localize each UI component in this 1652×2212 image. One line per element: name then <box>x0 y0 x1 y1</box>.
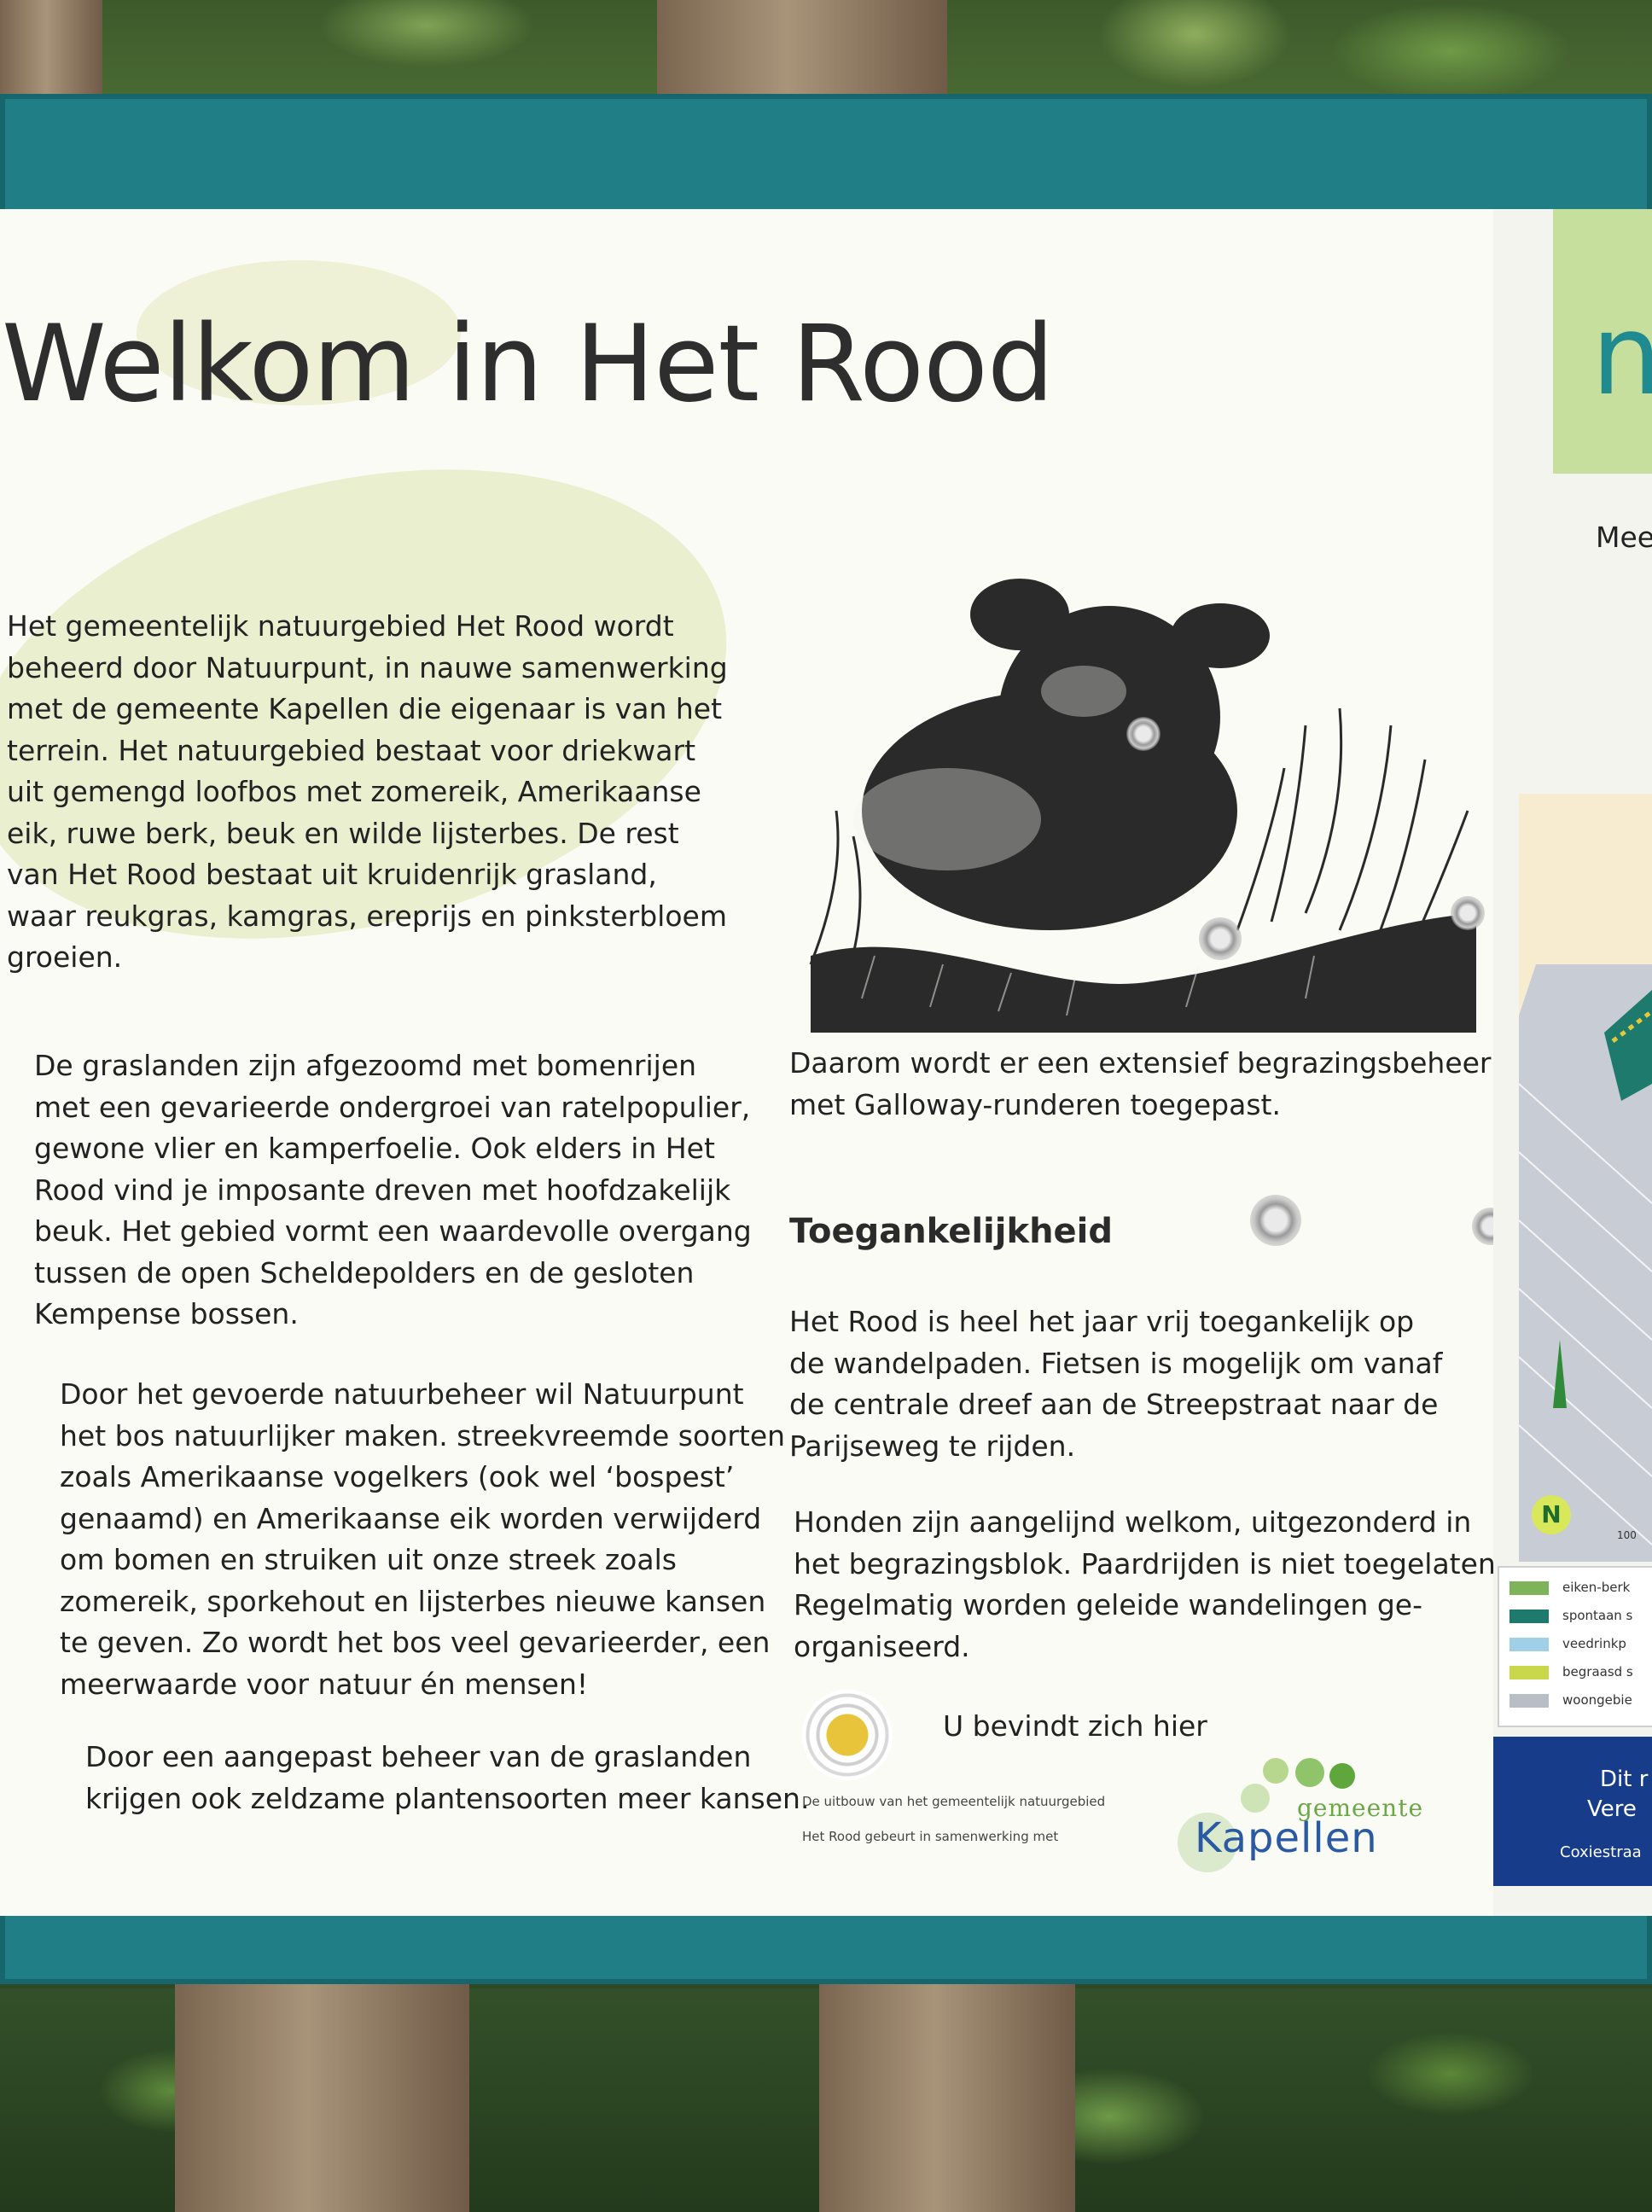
paragraph-line: Regelmatig worden geleide wandelingen ge… <box>794 1588 1422 1621</box>
map-footer: Dit r Vere Coxiestraa <box>1493 1737 1652 1886</box>
wooden-post-left-lower <box>175 1980 469 2212</box>
legend-label: veedrinkp <box>1562 1636 1626 1651</box>
paragraph-line: met Galloway-runderen toegepast. <box>789 1087 1281 1121</box>
paragraph-line: Kempense bossen. <box>34 1297 299 1330</box>
legend-swatch <box>1509 1610 1549 1623</box>
paragraph-line: uit gemengd loofbos met zomereik, Amerik… <box>7 775 701 808</box>
grazing-paragraph: Daarom wordt er een extensief begrazings… <box>789 1043 1492 1126</box>
paragraph-line: met de gemeente Kapellen die eigenaar is… <box>7 692 723 725</box>
paragraph-line: het begrazingsblok. Paardrijden is niet … <box>794 1546 1505 1580</box>
paragraph-line: beheerd door Natuurpunt, in nauwe samenw… <box>7 650 728 684</box>
paragraph-line: genaamd) en Amerikaanse eik worden verwi… <box>60 1501 762 1535</box>
you-are-here-label: U bevindt zich hier <box>943 1709 1207 1743</box>
page-title: Welkom in Het Rood <box>2 303 1055 426</box>
credit-line-1: De uitbouw van het gemeentelijk natuurge… <box>802 1794 1106 1809</box>
paragraph-line: beuk. Het gebied vormt een waardevolle o… <box>34 1214 752 1248</box>
bolt <box>1250 1195 1301 1246</box>
bolt <box>1451 896 1485 930</box>
paragraph-line: eik, ruwe berk, beuk en wilde lijsterbes… <box>7 816 679 850</box>
map-header-letter: n <box>1591 290 1652 420</box>
legend-label: eiken-berk <box>1562 1580 1631 1595</box>
footer-line-2: Vere <box>1587 1796 1637 1822</box>
paragraph-line: gewone vlier en kamperfoelie. Ook elders… <box>34 1132 715 1165</box>
paragraph-line: om bomen en struiken uit onze streek zoa… <box>60 1543 677 1576</box>
legend-swatch <box>1509 1694 1549 1708</box>
access-heading: Toegankelijkheid <box>789 1212 1114 1251</box>
bolt <box>1199 917 1242 960</box>
paragraph-line: groeien. <box>7 940 123 974</box>
paragraph-line: Rood vind je imposante dreven met hoofdz… <box>34 1173 731 1207</box>
legend-label: woongebie <box>1562 1692 1632 1708</box>
access-paragraph: Het Rood is heel het jaar vrij toegankel… <box>789 1301 1442 1467</box>
footer-line-1: Dit r <box>1600 1767 1649 1792</box>
grassland-paragraph: De graslanden zijn afgezoomd met bomenri… <box>34 1045 752 1336</box>
paragraph-line: De graslanden zijn afgezoomd met bomenri… <box>34 1049 697 1082</box>
cow-illustration <box>809 579 1476 1033</box>
grassland-management-paragraph: Door een aangepast beheer van de graslan… <box>85 1737 809 1819</box>
paragraph-line: Het Rood is heel het jaar vrij toegankel… <box>789 1305 1415 1338</box>
paragraph-line: organiseerd. <box>794 1629 970 1663</box>
paragraph-line: met een gevarieerde ondergroei van ratel… <box>34 1090 751 1124</box>
paragraph-line: terrein. Het natuurgebied bestaat voor d… <box>7 733 696 767</box>
legend-swatch <box>1509 1666 1549 1679</box>
bolt <box>1126 717 1160 751</box>
kapellen-logo: gemeente Kapellen <box>1178 1758 1468 1877</box>
paragraph-line: Door een aangepast beheer van de graslan… <box>85 1740 752 1773</box>
paragraph-line: krijgen ook zeldzame plantensoorten meer… <box>85 1781 810 1815</box>
logo-big-text: Kapellen <box>1195 1814 1378 1862</box>
map <box>1519 794 1652 1562</box>
wooden-post-right-lower <box>819 1980 1075 2212</box>
paragraph-line: meerwaarde voor natuur én mensen! <box>60 1667 589 1701</box>
paragraph-line: zoals Amerikaanse vogelkers (ook wel ‘bo… <box>60 1460 735 1493</box>
dogs-paragraph: Honden zijn aangelijnd welkom, uitgezond… <box>794 1502 1504 1668</box>
legend-label: spontaan s <box>1562 1608 1633 1623</box>
paragraph-line: tussen de open Scheldepolders en de gesl… <box>34 1255 695 1289</box>
map-intro-text: Mee <box>1596 521 1652 554</box>
paragraph-line: waar reukgras, kamgras, ereprijs en pink… <box>7 899 727 933</box>
paragraph-line: de wandelpaden. Fietsen is mogelijk om v… <box>789 1346 1443 1380</box>
paragraph-line: Daarom wordt er een extensief begrazings… <box>789 1046 1492 1080</box>
north-arrow-icon: N <box>1532 1495 1571 1534</box>
paragraph-line: het bos natuurlijker maken. streekvreemd… <box>60 1418 786 1452</box>
management-paragraph: Door het gevoerde natuurbeheer wil Natuu… <box>60 1374 785 1705</box>
paragraph-line: Het gemeentelijk natuurgebied Het Rood w… <box>7 609 674 643</box>
map-scale-label: 100 <box>1617 1529 1637 1541</box>
paragraph-line: de centrale dreef aan de Streepstraat na… <box>789 1388 1439 1421</box>
credit-line-2: Het Rood gebeurt in samenwerking met <box>802 1829 1059 1844</box>
intro-paragraph: Het gemeentelijk natuurgebied Het Rood w… <box>7 606 728 979</box>
map-legend: eiken-berk spontaan s veedrinkp begraasd s w… <box>1498 1566 1652 1727</box>
legend-label: begraasd s <box>1562 1664 1633 1679</box>
paragraph-line: Door het gevoerde natuurbeheer wil Natuu… <box>60 1377 744 1411</box>
paragraph-line: Parijseweg te rijden. <box>789 1429 1076 1463</box>
footer-line-3: Coxiestraa <box>1560 1843 1642 1861</box>
you-are-here-icon <box>802 1690 893 1780</box>
legend-swatch <box>1509 1638 1549 1651</box>
paragraph-line: te geven. Zo wordt het bos veel gevariee… <box>60 1626 771 1659</box>
paragraph-line: zomereik, sporkehout en lijsterbes nieuw… <box>60 1584 766 1618</box>
paragraph-line: van Het Rood bestaat uit kruidenrijk gra… <box>7 858 657 891</box>
paragraph-line: Honden zijn aangelijnd welkom, uitgezond… <box>794 1505 1472 1539</box>
legend-swatch <box>1509 1581 1549 1595</box>
